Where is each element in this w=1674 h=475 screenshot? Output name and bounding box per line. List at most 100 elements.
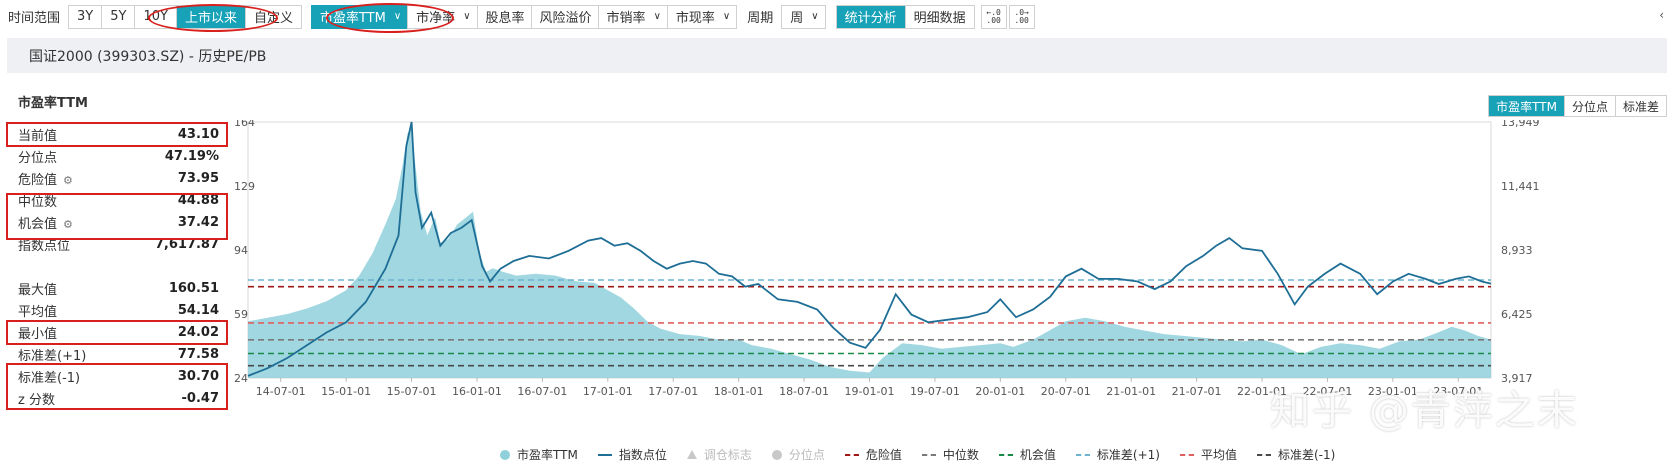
legend-symbol-icon [686, 450, 697, 459]
range-3y-button[interactable]: 3Y [69, 6, 101, 28]
stat-value: 7,617.87 [154, 236, 219, 252]
metric-ps-label: 市销率 [606, 11, 646, 26]
legend-label: 指数点位 [618, 448, 667, 462]
stat-label-text: z 分数 [18, 392, 55, 408]
x-tick-label: 21-07-01 [1172, 385, 1222, 398]
metric-pb-label: 市净率 [416, 11, 456, 26]
range-since-listing-button[interactable]: 上市以来 [175, 5, 245, 28]
y-left-tick: 24 [234, 372, 248, 385]
stat-row: 最小值 24.02 [0, 321, 230, 343]
stat-value: 37.42 [177, 214, 219, 230]
metric-ps-dropdown[interactable]: 市销率 ∨ [597, 4, 668, 29]
y-left-tick: 94 [234, 244, 248, 257]
chart-legend: 市盈率TTM 指数点位 调仓标志 分位点 危险值 中位数 机会值 标准差(+1) 平均值 标准差(… [500, 446, 1355, 463]
stat-label: 指数点位 [18, 235, 70, 254]
legend-item[interactable]: 调仓标志 [686, 446, 752, 463]
stat-label-text: 平均值 [18, 304, 58, 320]
legend-item[interactable]: 市盈率TTM [500, 446, 578, 463]
x-tick-label: 21-01-01 [1106, 385, 1156, 398]
metric-risk-premium-label: 风险溢价 [539, 11, 592, 26]
x-tick-label: 19-01-01 [845, 385, 895, 398]
stat-value: 73.95 [177, 170, 219, 186]
chevron-down-icon: ∨ [393, 11, 402, 22]
legend-item[interactable]: 标准差(-1) [1256, 446, 1335, 463]
chevron-down-icon: ∨ [463, 11, 471, 22]
gear-icon[interactable]: ⚙ [63, 174, 73, 187]
stat-label-text: 最大值 [18, 282, 58, 298]
metric-dividend-label: 股息率 [485, 11, 525, 26]
period-dropdown[interactable]: 周 ∨ [781, 4, 826, 29]
range-custom-button[interactable]: 自定义 [244, 5, 301, 28]
time-range-group: 3Y 5Y 10Y 上市以来 自定义 [68, 4, 302, 29]
gear-icon[interactable]: ⚙ [63, 218, 73, 231]
metric-risk-premium-button[interactable]: 风险溢价 [530, 4, 599, 29]
x-tick-label: 17-07-01 [648, 385, 698, 398]
legend-label: 危险值 [865, 448, 902, 462]
stat-label: 分位点 [18, 147, 57, 166]
metric-pcf-dropdown[interactable]: 市现率 ∨ [666, 4, 738, 29]
stat-row: 危险值 ⚙ 73.95 [0, 167, 230, 189]
toolbar: 时间范围 3Y 5Y 10Y 上市以来 自定义 市盈率TTM ∨ 市净率 ∨ 股… [0, 0, 1674, 33]
stat-row: 分位点 47.19% [0, 145, 230, 167]
y-left-tick: 59 [234, 308, 248, 321]
stat-row: 标准差(-1) 30.70 [0, 365, 230, 387]
legend-label: 机会值 [1019, 448, 1056, 462]
stat-label-text: 机会值 [18, 216, 58, 232]
chevron-down-icon: ∨ [722, 11, 731, 22]
legend-symbol-icon [1256, 453, 1271, 456]
tab-std-dev[interactable]: 标准差 [1614, 96, 1666, 116]
x-tick-label: 19-07-01 [910, 385, 960, 398]
range-10y-button[interactable]: 10Y [134, 5, 175, 28]
legend-item[interactable]: 平均值 [1179, 446, 1237, 463]
stat-value: 77.58 [177, 346, 219, 362]
legend-label: 标准差(+1) [1096, 448, 1160, 462]
stat-row: 指数点位 7,617.87 [0, 233, 230, 255]
view-stats-button[interactable]: 统计分析 [836, 5, 905, 28]
tab-percentile[interactable]: 分位点 [1563, 96, 1615, 116]
collapse-icon[interactable]: ‹ [1659, 8, 1664, 22]
chevron-down-icon: ∨ [811, 11, 819, 22]
range-5y-button[interactable]: 5Y [101, 5, 134, 28]
y-right-tick: 13,949 [1501, 120, 1540, 129]
view-detail-button[interactable]: 明细数据 [904, 5, 974, 28]
decrease-decimal-icon[interactable]: ←.0.00 [980, 4, 1007, 29]
tab-pe-ttm[interactable]: 市盈率TTM [1489, 96, 1564, 116]
legend-item[interactable]: 机会值 [998, 446, 1056, 463]
stat-value: 24.02 [177, 324, 219, 340]
legend-item[interactable]: 分位点 [771, 446, 825, 463]
legend-symbol-icon [771, 449, 782, 460]
legend-item[interactable]: 指数点位 [597, 446, 667, 463]
legend-symbol-icon [597, 453, 612, 456]
stat-value: 54.14 [177, 302, 219, 318]
view-group: 统计分析 明细数据 [835, 4, 975, 29]
legend-label: 调仓标志 [703, 448, 752, 462]
stat-label: 标准差(+1) [18, 345, 86, 364]
legend-item[interactable]: 标准差(+1) [1075, 446, 1160, 463]
legend-symbol-icon [921, 453, 936, 456]
legend-item[interactable]: 危险值 [844, 446, 902, 463]
period-value: 周 [790, 11, 804, 26]
watermark-text: 知乎 @青萍之末 [1270, 388, 1579, 434]
time-range-label: 时间范围 [8, 11, 61, 26]
metric-dividend-button[interactable]: 股息率 [476, 4, 532, 29]
stat-row: 平均值 54.14 [0, 299, 230, 321]
stat-label: z 分数 [18, 389, 55, 408]
metric-pb-dropdown[interactable]: 市净率 ∨ [407, 4, 478, 29]
stat-label-text: 中位数 [18, 194, 58, 210]
metric-pe-ttm-dropdown[interactable]: 市盈率TTM ∨ [310, 4, 409, 29]
legend-symbol-icon [1179, 453, 1194, 456]
legend-label: 中位数 [942, 448, 979, 462]
stats-section-title: 市盈率TTM [18, 96, 88, 111]
increase-decimal-icon[interactable]: .0→ .00 [1008, 4, 1035, 29]
legend-item[interactable]: 中位数 [921, 446, 979, 463]
chart-mode-tabs: 市盈率TTM 分位点 标准差 [1488, 95, 1667, 117]
stat-row: 中位数 44.88 [0, 189, 230, 211]
stat-row: 标准差(+1) 77.58 [0, 343, 230, 365]
stat-value: 30.70 [177, 368, 219, 384]
y-left-tick: 164 [234, 120, 255, 129]
legend-symbol-icon [500, 449, 510, 460]
x-tick-label: 15-01-01 [321, 385, 371, 398]
stat-label-text: 标准差(-1) [18, 370, 81, 386]
stat-row: z 分数 -0.47 [0, 387, 230, 409]
legend-symbol-icon [1075, 453, 1090, 456]
